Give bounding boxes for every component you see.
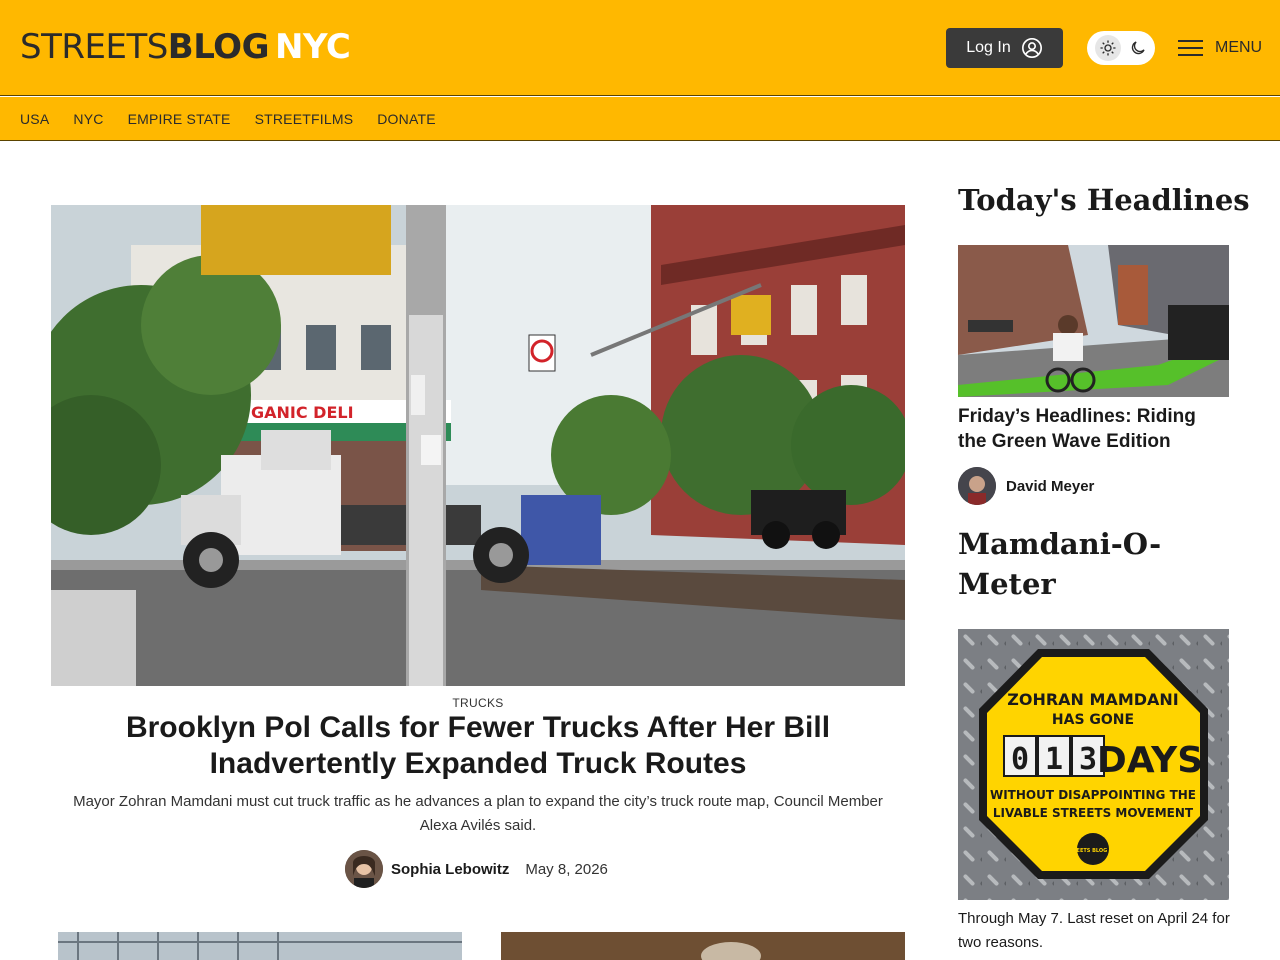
story-category[interactable]: TRUCKS — [51, 696, 905, 710]
desk-photo — [501, 932, 905, 960]
meter-line-3: WITHOUT DISAPPOINTING THE — [990, 788, 1196, 802]
moon-icon — [1131, 41, 1145, 55]
site-header: STREETSBLOG NYC Log In MENU — [0, 0, 1280, 96]
headline-image[interactable] — [958, 245, 1229, 397]
feature-image[interactable]: GANIC DELI — [51, 205, 905, 686]
cyclist-photo — [958, 245, 1229, 397]
publish-date: May 8, 2026 — [525, 860, 608, 878]
logo-text-nyc: NYC — [274, 27, 351, 67]
street-truck-photo: GANIC DELI — [51, 205, 905, 686]
menu-button[interactable]: MENU — [1178, 36, 1262, 60]
author-name[interactable]: Sophia Lebowitz — [391, 861, 509, 878]
user-circle-icon — [1021, 38, 1042, 58]
nav-item-empire-state[interactable]: EMPIRE STATE — [128, 111, 231, 127]
meter-line-4: LIVABLE STREETS MOVEMENT — [993, 806, 1194, 820]
sidebar-story-title[interactable]: Friday’s Headlines: Riding the Green Wav… — [958, 404, 1229, 454]
mamdani-o-meter-title[interactable]: Mamdani-O-Meter — [958, 524, 1229, 604]
logo-text-streets: STREETS — [20, 27, 168, 67]
meter-unit: DAYS — [1097, 740, 1203, 781]
login-label: Log In — [966, 39, 1011, 56]
nav-item-usa[interactable]: USA — [20, 111, 49, 127]
meter-caption: Through May 7. Last reset on April 24 fo… — [958, 910, 1230, 951]
sun-icon — [1100, 40, 1116, 56]
meter-badge-text: STREETS BLOG NYC — [1066, 848, 1121, 854]
sidebar-byline: David Meyer — [958, 467, 1094, 505]
meter-line-1: ZOHRAN MAMDANI — [1007, 690, 1179, 709]
login-button[interactable]: Log In — [946, 28, 1063, 68]
theme-toggle[interactable] — [1087, 31, 1155, 65]
nav-item-nyc[interactable]: NYC — [73, 111, 103, 127]
meter-digit-3: 3 — [1079, 742, 1097, 777]
meter-digit-2: 1 — [1045, 742, 1063, 777]
nav-item-donate[interactable]: DONATE — [377, 111, 436, 127]
feature-byline: Sophia Lebowitz May 8, 2026 — [345, 850, 608, 888]
meter-line-2: HAS GONE — [1052, 712, 1134, 728]
meter-digit-1: 0 — [1011, 742, 1029, 777]
author-avatar[interactable] — [958, 467, 996, 505]
deli-sign-text: GANIC DELI — [251, 403, 354, 422]
fence-photo — [58, 932, 462, 960]
author-avatar[interactable] — [345, 850, 383, 888]
mamdani-o-meter-graphic[interactable]: ZOHRAN MAMDANI HAS GONE 0 1 3 DAYS WITHO… — [958, 629, 1229, 900]
author-avatar-image — [958, 467, 996, 505]
diamond-plate-sign: ZOHRAN MAMDANI HAS GONE 0 1 3 DAYS WITHO… — [958, 629, 1229, 900]
menu-label: MENU — [1215, 39, 1263, 56]
author-name[interactable]: David Meyer — [1006, 478, 1094, 495]
feature-headline[interactable]: Brooklyn Pol Calls for Fewer Trucks Afte… — [51, 710, 905, 782]
nav-item-streetfilms[interactable]: STREETFILMS — [255, 111, 354, 127]
section-nav: USA NYC EMPIRE STATE STREETFILMS DONATE — [0, 97, 1280, 141]
todays-headlines-title[interactable]: Today's Headlines — [958, 180, 1250, 220]
site-logo[interactable]: STREETSBLOG NYC — [20, 27, 351, 67]
story-thumbnail[interactable] — [501, 932, 905, 960]
hamburger-icon — [1178, 40, 1203, 56]
author-avatar-image — [345, 850, 383, 888]
logo-text-blog: BLOG — [167, 27, 270, 67]
story-thumbnail[interactable] — [58, 932, 462, 960]
dark-mode-button[interactable] — [1129, 39, 1147, 57]
light-mode-button[interactable] — [1095, 35, 1121, 61]
feature-dek: Mayor Zohran Mamdani must cut truck traf… — [73, 793, 883, 834]
